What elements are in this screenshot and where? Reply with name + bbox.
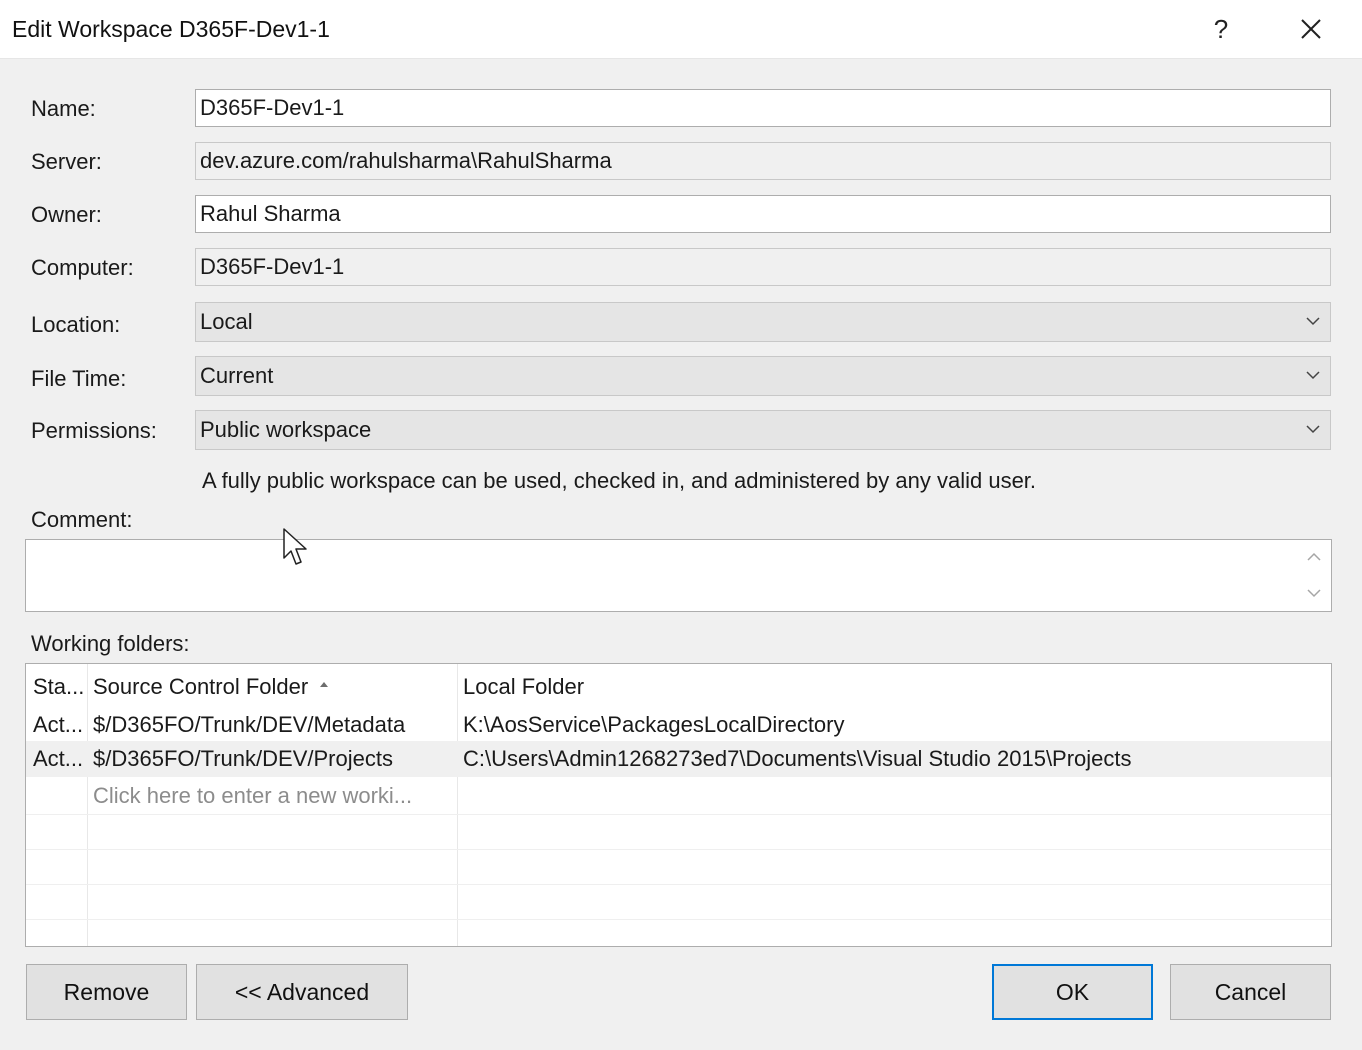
permissions-dropdown[interactable]: Public workspace	[195, 410, 1331, 450]
remove-button[interactable]: Remove	[26, 964, 187, 1020]
new-row[interactable]: Click here to enter a new worki...	[26, 778, 1331, 814]
file-time-label: File Time:	[31, 366, 127, 391]
new-row-placeholder[interactable]: Click here to enter a new worki...	[93, 778, 453, 814]
cancel-button[interactable]: Cancel	[1170, 964, 1331, 1020]
row-local-folder: K:\AosService\PackagesLocalDirectory	[463, 712, 845, 737]
server-field: dev.azure.com/rahulsharma\RahulSharma	[195, 142, 1331, 180]
permissions-hint: A fully public workspace can be used, ch…	[202, 468, 1037, 493]
ok-button[interactable]: OK	[992, 964, 1153, 1020]
grid-header: Sta... Source Control Folder Local Folde…	[26, 669, 1331, 705]
file-time-value: Current	[200, 363, 274, 388]
permissions-value: Public workspace	[200, 417, 372, 442]
mouse-pointer-icon	[283, 528, 307, 565]
working-folders-grid[interactable]: Sta... Source Control Folder Local Folde…	[25, 663, 1332, 947]
title-bar: Edit Workspace D365F-Dev1-1 ?	[0, 0, 1362, 59]
row-divider	[26, 884, 1331, 885]
help-button[interactable]: ?	[1206, 12, 1236, 46]
scroll-down-icon[interactable]	[1307, 588, 1321, 598]
working-folders-label: Working folders:	[31, 631, 190, 656]
column-header-status[interactable]: Sta...	[33, 669, 88, 705]
comment-textarea[interactable]	[25, 539, 1332, 612]
row-status: Act...	[33, 712, 84, 737]
row-divider	[26, 919, 1331, 920]
scroll-up-icon[interactable]	[1307, 552, 1321, 562]
advanced-button[interactable]: << Advanced	[196, 964, 408, 1020]
location-value: Local	[200, 309, 253, 334]
row-local-folder: C:\Users\Admin1268273ed7\Documents\Visua…	[463, 746, 1132, 771]
location-label: Location:	[31, 312, 121, 337]
owner-field[interactable]: Rahul Sharma	[195, 195, 1331, 233]
column-header-source-control-folder[interactable]: Source Control Folder	[93, 669, 453, 705]
file-time-dropdown[interactable]: Current	[195, 356, 1331, 396]
column-header-source-label: Source Control Folder	[93, 674, 309, 699]
owner-label: Owner:	[31, 202, 102, 227]
comment-scrollbar[interactable]	[1297, 540, 1331, 611]
row-source-folder: $/D365FO/Trunk/DEV/Projects	[93, 746, 393, 771]
computer-label: Computer:	[31, 255, 134, 280]
close-icon	[1301, 19, 1321, 39]
table-row[interactable]: Act... $/D365FO/Trunk/DEV/Metadata K:\Ao…	[26, 707, 1331, 743]
location-dropdown[interactable]: Local	[195, 302, 1331, 342]
name-label: Name:	[31, 96, 96, 121]
chevron-down-icon	[1306, 371, 1320, 380]
row-source-folder: $/D365FO/Trunk/DEV/Metadata	[93, 712, 406, 737]
row-divider	[26, 814, 1331, 815]
chevron-down-icon	[1306, 317, 1320, 326]
sort-ascending-icon	[320, 681, 329, 687]
row-status: Act...	[33, 746, 84, 771]
row-divider	[26, 849, 1331, 850]
table-row-selected[interactable]: Act... $/D365FO/Trunk/DEV/Projects C:\Us…	[26, 741, 1331, 777]
column-header-local-folder[interactable]: Local Folder	[463, 669, 1323, 705]
server-label: Server:	[31, 149, 102, 174]
comment-label: Comment:	[31, 507, 133, 532]
dialog-title: Edit Workspace D365F-Dev1-1	[12, 16, 330, 42]
permissions-label: Permissions:	[31, 418, 157, 443]
chevron-down-icon	[1306, 425, 1320, 434]
close-button[interactable]	[1294, 12, 1328, 46]
computer-field: D365F-Dev1-1	[195, 248, 1331, 286]
name-field[interactable]: D365F-Dev1-1	[195, 89, 1331, 127]
